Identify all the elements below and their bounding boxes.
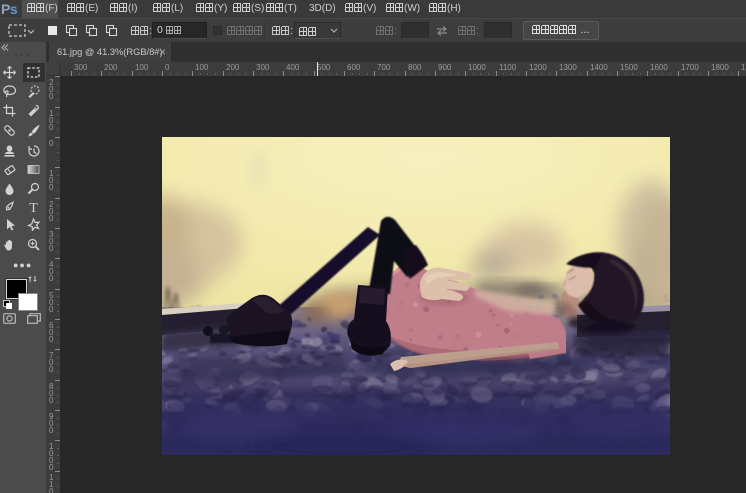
svg-text:T: T: [29, 201, 38, 213]
